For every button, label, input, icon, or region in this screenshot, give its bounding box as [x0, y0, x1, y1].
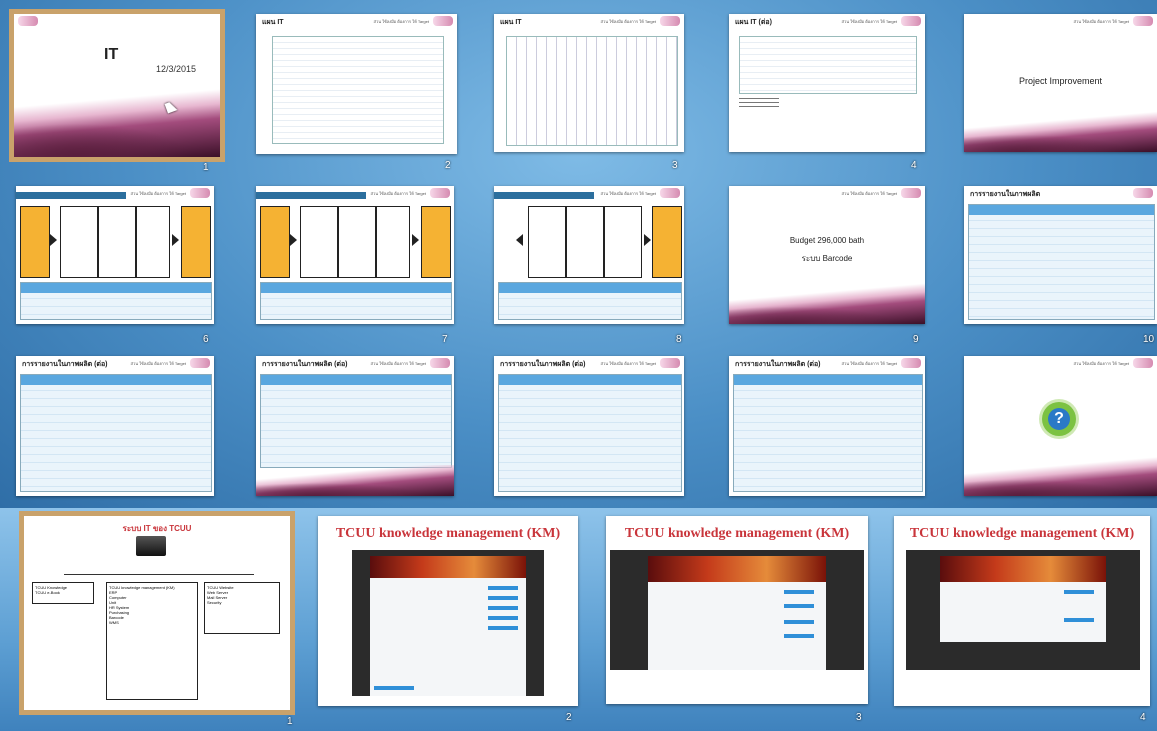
slide-subtitle: ส่วน ใช้ลงมือ ต้องการ ให้ Target: [1073, 19, 1129, 24]
slide-number: 10: [1143, 334, 1155, 345]
slide-title: แผน IT: [500, 19, 522, 26]
slide-thumbnail-3[interactable]: แผน IT ส่วน ใช้ลงมือ ต้องการ ให้ Target: [494, 14, 684, 152]
logo-icon: [430, 358, 450, 368]
slide-subtitle: ส่วน ใช้ลงมือ ต้องการ ให้ Target: [130, 191, 186, 196]
slide-number: 9: [913, 334, 919, 345]
logo-icon: [901, 358, 921, 368]
slide-title: การรายงานในภาพผลิต (ต่อ): [262, 361, 348, 368]
slide-title: ระบบ IT ของ TCUU: [122, 524, 192, 533]
slide-subtitle: ส่วน ใช้ลงมือ ต้องการ ให้ Target: [841, 361, 897, 366]
slide-thumbnail-7[interactable]: ส่วน ใช้ลงมือ ต้องการ ให้ Target: [256, 186, 454, 324]
slide-title: แผน IT: [262, 19, 284, 26]
slide-subtitle: ส่วน ใช้ลงมือ ต้องการ ให้ Target: [130, 361, 186, 366]
slide-thumbnail-8[interactable]: ส่วน ใช้ลงมือ ต้องการ ให้ Target: [494, 186, 684, 324]
slide-number: 3: [856, 712, 862, 723]
slide-subtitle: ส่วน ใช้ลงมือ ต้องการ ให้ Target: [373, 19, 429, 24]
plan-table: [739, 36, 917, 94]
slide-thumbnail-15[interactable]: ส่วน ใช้ลงมือ ต้องการ ให้ Target ?: [964, 356, 1157, 496]
slide-thumbnail-14[interactable]: การรายงานในภาพผลิต (ต่อ) ส่วน ใช้ลงมือ ต…: [729, 356, 925, 496]
slide-number: 7: [442, 334, 448, 345]
report-table: [20, 374, 212, 492]
slide-number: 2: [445, 160, 451, 171]
slide-title: TCUU knowledge management (KM): [335, 526, 561, 541]
slide-thumbnail-5[interactable]: ส่วน ใช้ลงมือ ต้องการ ให้ Target Project…: [964, 14, 1157, 152]
logo-icon: [901, 188, 921, 198]
slide-thumbnail-km-2[interactable]: TCUU knowledge management (KM): [606, 516, 868, 704]
diagram-box-mid: TCUU knowledge management (KM) ERP Compute…: [106, 582, 198, 700]
slide-number: 4: [1140, 712, 1146, 723]
logo-icon: [660, 16, 680, 26]
km-screenshot: [906, 550, 1140, 670]
slide-subtitle: ส่วน ใช้ลงมือ ต้องการ ให้ Target: [370, 361, 426, 366]
logo-icon: [190, 358, 210, 368]
report-table: [968, 204, 1155, 320]
report-table: [498, 374, 682, 492]
slide-thumbnail-km-1[interactable]: TCUU knowledge management (KM): [318, 516, 578, 706]
report-table: [733, 374, 923, 492]
slide-thumbnail-6[interactable]: ส่วน ใช้ลงมือ ต้องการ ให้ Target: [16, 186, 214, 324]
slide-title: การรายงานในภาพผลิต (ต่อ): [500, 361, 586, 368]
slide-number: 8: [676, 334, 682, 345]
slide-thumbnail-km-3[interactable]: TCUU knowledge management (KM): [894, 516, 1150, 706]
slide-number: 3: [672, 160, 678, 171]
server-icon: [136, 536, 166, 556]
slide-thumbnail-4[interactable]: แผน IT (ต่อ) ส่วน ใช้ลงมือ ต้องการ ให้ T…: [729, 14, 925, 152]
slide-title: การรายงานในภาพผลิต: [970, 191, 1041, 198]
logo-icon: [430, 188, 450, 198]
slide-number: 4: [911, 160, 917, 171]
question-bubble-icon: ?: [1042, 402, 1076, 436]
slide-thumbnail-1[interactable]: IT 12/3/2015: [9, 9, 225, 162]
slide-number: 2: [566, 712, 572, 723]
slide-title: Project Improvement: [1018, 76, 1103, 86]
progress-table: [260, 282, 452, 320]
slide-title: แผน IT (ต่อ): [735, 19, 772, 26]
slide-subtitle: ส่วน ใช้ลงมือ ต้องการ ให้ Target: [600, 19, 656, 24]
logo-icon: [901, 16, 921, 26]
logo-icon: [1133, 16, 1153, 26]
slide-title: การรายงานในภาพผลิต (ต่อ): [735, 361, 821, 368]
slide-number: 1: [287, 716, 293, 727]
budget-text: Budget 296,000 bath: [789, 236, 865, 245]
logo-icon: [660, 188, 680, 198]
slide-subtitle: ส่วน ใช้ลงมือ ต้องการ ให้ Target: [841, 19, 897, 24]
logo-icon: [190, 188, 210, 198]
slide-subtitle: ส่วน ใช้ลงมือ ต้องการ ให้ Target: [600, 361, 656, 366]
plan-table: [506, 36, 678, 146]
slide-thumbnail-it-system[interactable]: ระบบ IT ของ TCUU TCUU Knowledge TCUU e-Bo…: [19, 511, 295, 715]
km-screenshot: [610, 550, 864, 670]
slide-thumbnail-10[interactable]: การรายงานในภาพผลิต: [964, 186, 1157, 324]
slide-subtitle: ส่วน ใช้ลงมือ ต้องการ ให้ Target: [1073, 361, 1129, 366]
report-table: [260, 374, 452, 468]
diagram-box-left: TCUU Knowledge TCUU e-Book: [32, 582, 94, 604]
slide-thumbnail-13[interactable]: การรายงานในภาพผลิต (ต่อ) ส่วน ใช้ลงมือ ต…: [494, 356, 684, 496]
diagram-box-right: TCUU Website Web Server Mail Server Securit…: [204, 582, 280, 634]
logo-icon: [1133, 188, 1153, 198]
slide-subtitle: ส่วน ใช้ลงมือ ต้องการ ให้ Target: [370, 191, 426, 196]
logo-icon: [1133, 358, 1153, 368]
slide-thumbnail-11[interactable]: การรายงานในภาพผลิต (ต่อ) ส่วน ใช้ลงมือ ต…: [16, 356, 214, 496]
progress-table: [20, 282, 212, 320]
slide-thumbnail-12[interactable]: การรายงานในภาพผลิต (ต่อ) ส่วน ใช้ลงมือ ต…: [256, 356, 454, 496]
barcode-text: ระบบ Barcode: [801, 254, 853, 263]
logo-icon: [433, 16, 453, 26]
slide-number: 1: [203, 162, 209, 173]
slide-title: IT: [104, 46, 119, 63]
plan-table: [272, 36, 444, 144]
slide-title: TCUU knowledge management (KM): [624, 526, 850, 541]
slide-title: การรายงานในภาพผลิต (ต่อ): [22, 361, 108, 368]
slide-date: 12/3/2015: [156, 64, 197, 74]
slide-subtitle: ส่วน ใช้ลงมือ ต้องการ ให้ Target: [600, 191, 656, 196]
slide-subtitle: ส่วน ใช้ลงมือ ต้องการ ให้ Target: [841, 191, 897, 196]
slide-thumbnail-9[interactable]: ส่วน ใช้ลงมือ ต้องการ ให้ Target Budget …: [729, 186, 925, 324]
km-screenshot: [352, 550, 544, 696]
progress-table: [498, 282, 682, 320]
slide-title: TCUU knowledge management (KM): [909, 526, 1135, 541]
slide-number: 6: [203, 334, 209, 345]
logo-icon: [660, 358, 680, 368]
slide-thumbnail-2[interactable]: แผน IT ส่วน ใช้ลงมือ ต้องการ ให้ Target: [256, 14, 457, 154]
